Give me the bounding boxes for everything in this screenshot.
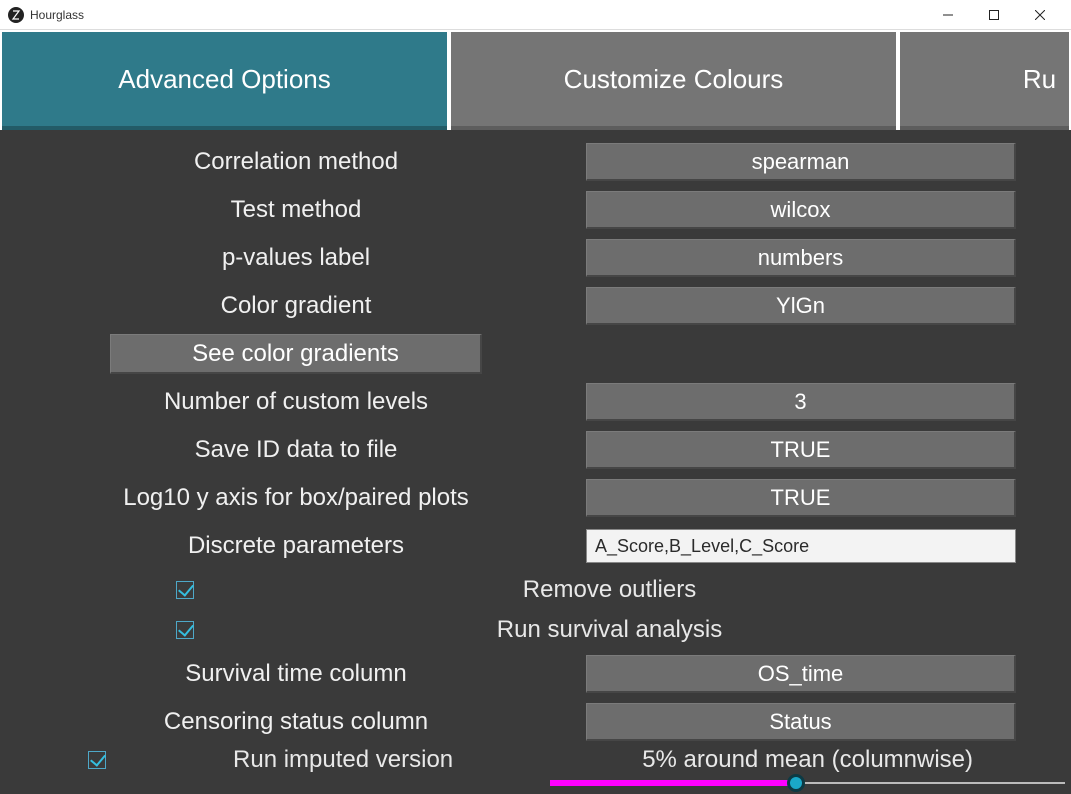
dropdown-value: OS_time — [758, 661, 844, 687]
dropdown-pvalues[interactable]: numbers — [586, 239, 1016, 277]
slider-caption: 5% around mean (columnwise) — [550, 746, 1065, 774]
label-pvalues: p-values label — [6, 244, 586, 272]
dropdown-censoring-col[interactable]: Status — [586, 703, 1016, 741]
input-discrete-params[interactable]: A_Score,B_Level,C_Score — [586, 529, 1016, 563]
tab-label: Customize Colours — [564, 64, 784, 95]
maximize-button[interactable] — [971, 0, 1017, 30]
dropdown-log10[interactable]: TRUE — [586, 479, 1016, 517]
label-save-id: Save ID data to file — [6, 436, 586, 464]
label-correlation-method: Correlation method — [6, 148, 586, 176]
tab-label: Advanced Options — [118, 64, 330, 95]
dropdown-correlation-method[interactable]: spearman — [586, 143, 1016, 181]
slider-imputed[interactable] — [550, 778, 1065, 788]
see-color-gradients-button[interactable]: See color gradients — [110, 334, 482, 374]
tab-bar: Advanced Options Customize Colours Ru — [0, 30, 1071, 130]
dropdown-value: YlGn — [776, 293, 825, 319]
dropdown-save-id[interactable]: TRUE — [586, 431, 1016, 469]
label-num-custom-levels: Number of custom levels — [6, 388, 586, 416]
tab-label: Ru — [913, 64, 1056, 95]
minimize-button[interactable] — [925, 0, 971, 30]
dropdown-test-method[interactable]: wilcox — [586, 191, 1016, 229]
label-log10: Log10 y axis for box/paired plots — [6, 484, 586, 512]
dropdown-value: wilcox — [771, 197, 831, 223]
dropdown-survival-time-col[interactable]: OS_time — [586, 655, 1016, 693]
label-run-imputed: Run imputed version — [106, 746, 580, 774]
titlebar: Hourglass — [0, 0, 1071, 30]
slider-fill — [550, 780, 792, 786]
label-color-gradient: Color gradient — [6, 292, 586, 320]
dropdown-value: TRUE — [771, 437, 831, 463]
tab-customize-colours[interactable]: Customize Colours — [451, 32, 896, 130]
content-panel: Correlation method spearman Test method … — [0, 130, 1071, 794]
label-discrete-params: Discrete parameters — [6, 532, 586, 560]
close-button[interactable] — [1017, 0, 1063, 30]
label-censoring-col: Censoring status column — [6, 708, 586, 736]
dropdown-color-gradient[interactable]: YlGn — [586, 287, 1016, 325]
dropdown-value: numbers — [758, 245, 844, 271]
dropdown-value: spearman — [752, 149, 850, 175]
dropdown-value: TRUE — [771, 485, 831, 511]
dropdown-value: Status — [769, 709, 831, 735]
button-label: See color gradients — [192, 340, 399, 368]
label-run-survival: Run survival analysis — [194, 616, 1065, 644]
window-title: Hourglass — [30, 8, 84, 22]
label-remove-outliers: Remove outliers — [194, 576, 1065, 604]
slider-thumb[interactable] — [787, 774, 805, 792]
dropdown-num-custom-levels[interactable]: 3 — [586, 383, 1016, 421]
checkbox-run-survival[interactable] — [176, 621, 194, 639]
tab-advanced-options[interactable]: Advanced Options — [2, 32, 447, 130]
label-survival-time-col: Survival time column — [6, 660, 586, 688]
checkbox-remove-outliers[interactable] — [176, 581, 194, 599]
app-icon — [8, 7, 24, 23]
label-test-method: Test method — [6, 196, 586, 224]
dropdown-value: 3 — [794, 389, 806, 415]
checkbox-run-imputed[interactable] — [88, 751, 106, 769]
tab-run[interactable]: Ru — [900, 32, 1069, 130]
input-value: A_Score,B_Level,C_Score — [595, 536, 809, 557]
